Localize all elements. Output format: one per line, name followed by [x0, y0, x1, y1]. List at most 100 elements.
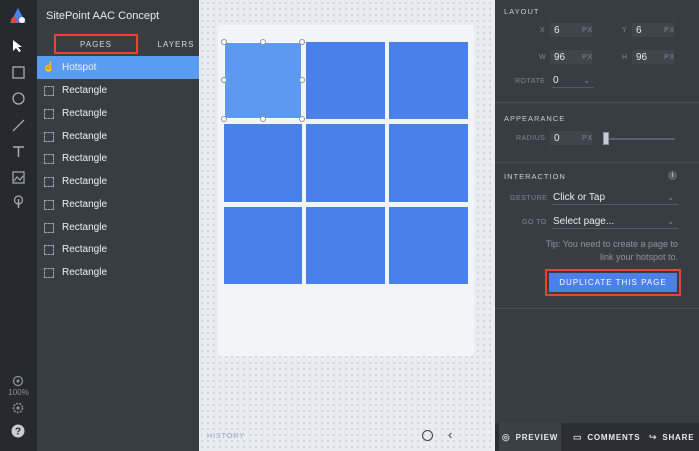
comments-button[interactable]: ▭ COMMENTS	[573, 423, 640, 451]
gesture-select[interactable]: Click or Tap ⌄	[552, 190, 678, 205]
image-tool-icon[interactable]	[9, 168, 27, 186]
rotate-label: ROTATE	[515, 78, 546, 85]
tab-pages[interactable]: PAGES	[54, 34, 138, 54]
goto-label: GO TO	[522, 219, 547, 226]
resize-handle[interactable]	[260, 116, 266, 122]
hotspot-tool-icon[interactable]	[9, 193, 27, 211]
history-toggle[interactable]: HISTORY	[207, 433, 245, 440]
chevron-left-icon[interactable]: ‹	[448, 428, 452, 442]
resize-handle[interactable]	[221, 116, 227, 122]
pages-layers-panel: SitePoint AAC Concept PAGES LAYERS ☝ Hot…	[37, 0, 199, 451]
resize-handle[interactable]	[299, 116, 305, 122]
layer-label: Rectangle	[62, 199, 108, 210]
text-tool-icon[interactable]	[9, 142, 27, 160]
y-label: Y	[622, 27, 628, 34]
rectangle-shape[interactable]	[306, 124, 385, 202]
rotate-select[interactable]: 0 ⌄	[552, 73, 594, 88]
w-label: W	[539, 54, 547, 61]
rectangle-layer-icon	[44, 222, 54, 233]
radius-value: 0	[554, 133, 560, 144]
layer-label: Rectangle	[62, 108, 108, 119]
layer-item[interactable]: Rectangle	[37, 79, 199, 102]
unit-label: PX	[664, 54, 676, 61]
layer-item[interactable]: Rectangle	[37, 102, 199, 125]
rectangle-layer-icon	[44, 85, 54, 96]
resize-handle[interactable]	[260, 39, 266, 45]
resize-handle[interactable]	[299, 77, 305, 83]
ellipse-tool-icon[interactable]	[9, 89, 27, 107]
rectangle-layer-icon	[44, 267, 54, 278]
unit-label: PX	[664, 27, 676, 34]
radius-label: RADIUS	[516, 135, 546, 142]
chevron-down-icon: ⌄	[667, 192, 674, 202]
chevron-down-icon: ⌄	[667, 216, 674, 226]
preview-label: PREVIEW	[515, 432, 559, 442]
comments-label: COMMENTS	[587, 432, 641, 442]
rotate-value: 0	[553, 74, 559, 86]
w-value: 96	[554, 52, 566, 63]
layer-label: Hotspot	[62, 62, 97, 73]
preview-button[interactable]: ◎ PREVIEW	[499, 423, 561, 451]
resize-handle[interactable]	[299, 39, 305, 45]
rectangle-tool-icon[interactable]	[9, 63, 27, 81]
unit-label: PX	[582, 54, 594, 61]
rectangle-shape[interactable]	[306, 207, 385, 284]
layer-item[interactable]: Rectangle	[37, 147, 199, 170]
tip-text: Tip: You need to create a page to link y…	[545, 239, 678, 262]
unit-label: PX	[582, 135, 594, 142]
goto-value: Select page...	[553, 215, 615, 227]
rectangle-shape[interactable]	[389, 42, 468, 119]
hotspot-rectangle[interactable]	[224, 42, 302, 119]
gesture-value: Click or Tap	[553, 191, 606, 203]
layer-item[interactable]: Rectangle	[37, 170, 199, 193]
share-icon: ↪	[649, 431, 658, 442]
goto-select[interactable]: Select page... ⌄	[552, 214, 678, 229]
help-icon[interactable]: ?	[9, 422, 27, 440]
rectangle-layer-icon	[44, 244, 54, 255]
properties-panel: LAYOUT X 6 PX Y 6 PX W 96 PX H 96 PX ROT…	[495, 0, 699, 451]
layer-label: Rectangle	[62, 176, 108, 187]
chevron-down-icon: ⌄	[583, 75, 590, 85]
layer-label: Rectangle	[62, 244, 108, 255]
resize-handle[interactable]	[221, 39, 227, 45]
comment-icon: ▭	[573, 431, 583, 442]
rectangle-shape[interactable]	[389, 207, 468, 284]
layer-item-hotspot[interactable]: ☝ Hotspot	[37, 56, 199, 79]
layer-item[interactable]: Rectangle	[37, 261, 199, 284]
layer-item[interactable]: Rectangle	[37, 238, 199, 261]
duplicate-page-button[interactable]: DUPLICATE THIS PAGE	[549, 273, 677, 292]
zoom-level: 100%	[8, 388, 29, 397]
rectangle-shape[interactable]	[389, 124, 468, 202]
x-value: 6	[554, 25, 560, 36]
rectangle-layer-icon	[44, 153, 54, 164]
app-logo-icon[interactable]	[9, 7, 27, 25]
layer-item[interactable]: Rectangle	[37, 125, 199, 148]
pointer-tool-icon[interactable]	[9, 37, 27, 55]
tab-layers[interactable]: LAYERS	[153, 34, 199, 54]
layer-item[interactable]: Rectangle	[37, 193, 199, 216]
info-icon[interactable]: i	[668, 171, 677, 180]
circle-icon[interactable]	[422, 430, 433, 441]
h-label: H	[622, 54, 628, 61]
resize-handle[interactable]	[221, 77, 227, 83]
layer-label: Rectangle	[62, 85, 108, 96]
appearance-section-title: APPEARANCE	[504, 114, 566, 123]
layout-section-title: LAYOUT	[504, 7, 540, 16]
radius-slider-handle[interactable]	[603, 132, 609, 145]
settings-icon[interactable]	[9, 399, 27, 417]
layer-label: Rectangle	[62, 153, 108, 164]
svg-text:?: ?	[15, 427, 21, 438]
share-label: SHARE	[662, 432, 695, 442]
rectangle-shape[interactable]	[224, 207, 302, 284]
rectangle-shape[interactable]	[224, 124, 302, 202]
rectangle-shape[interactable]	[306, 42, 385, 119]
radius-slider-track[interactable]	[605, 138, 675, 140]
layer-label: Rectangle	[62, 131, 108, 142]
line-tool-icon[interactable]	[9, 116, 27, 134]
divider	[495, 102, 699, 103]
share-button[interactable]: ↪ SHARE	[649, 423, 694, 451]
layer-item[interactable]: Rectangle	[37, 216, 199, 239]
layer-label: Rectangle	[62, 267, 108, 278]
rectangle-layer-icon	[44, 199, 54, 210]
divider	[495, 162, 699, 163]
